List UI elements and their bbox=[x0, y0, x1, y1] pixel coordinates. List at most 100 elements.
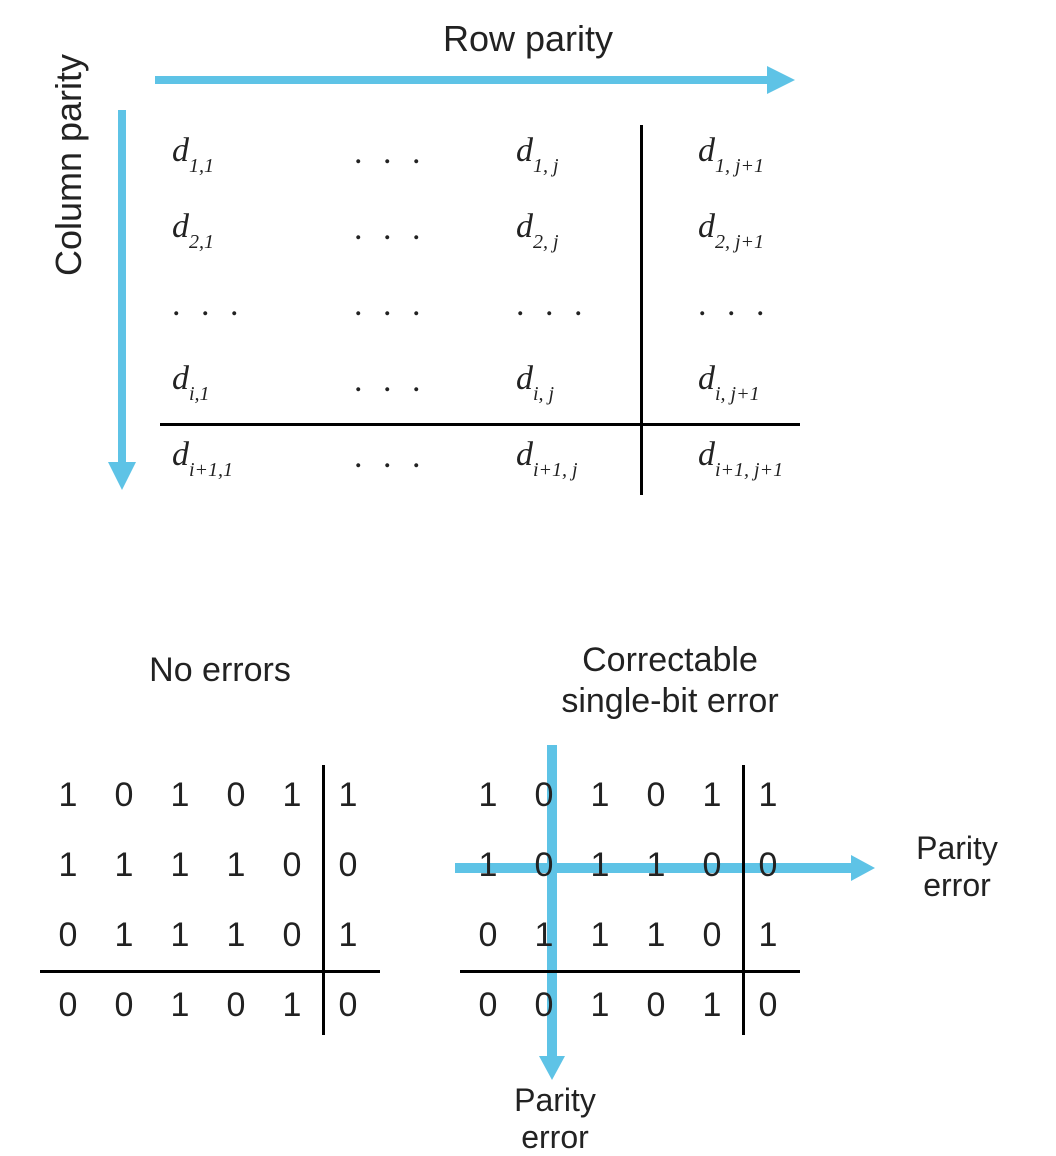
data-bit: 1 bbox=[40, 846, 96, 885]
grid-vertical-divider bbox=[322, 765, 325, 1035]
column-parity-label: Column parity bbox=[48, 35, 90, 295]
symbol-base: d bbox=[516, 360, 533, 397]
symbol-base: d bbox=[172, 208, 189, 245]
data-bit: 0 bbox=[516, 846, 572, 885]
row-parity-bit: 1 bbox=[740, 776, 796, 815]
row-parity-error-label: Parityerror bbox=[882, 830, 1032, 904]
data-bit: 1 bbox=[152, 916, 208, 955]
symbolic-grid-cell: . . . bbox=[342, 134, 504, 172]
column-parity-bit: 1 bbox=[572, 986, 628, 1025]
symbolic-grid-cell: d2,1 bbox=[160, 208, 342, 251]
data-bit: 1 bbox=[516, 916, 572, 955]
symbol-subscript: i, j+1 bbox=[715, 383, 760, 405]
column-parity-error-label: Parityerror bbox=[480, 1082, 630, 1156]
data-bit: 1 bbox=[208, 846, 264, 885]
arrow-shaft bbox=[155, 76, 773, 84]
symbol-subscript: 2, j bbox=[533, 231, 559, 253]
symbolic-grid-row: di,1. . .di, jdi, j+1 bbox=[160, 343, 858, 419]
data-bit: 0 bbox=[96, 776, 152, 815]
label-line: Parity bbox=[514, 1082, 596, 1118]
symbol-base: d bbox=[516, 132, 533, 169]
symbolic-grid-cell: d1,1 bbox=[160, 132, 342, 175]
no-errors-title: No errors bbox=[50, 650, 390, 691]
label-line: error bbox=[923, 867, 991, 903]
grid-horizontal-divider bbox=[40, 970, 380, 973]
arrow-head-icon bbox=[108, 462, 136, 490]
label-line: Parity bbox=[916, 830, 998, 866]
bit-row: 101011 bbox=[460, 760, 796, 830]
symbol-subscript: i, j bbox=[533, 383, 554, 405]
symbolic-grid-cell: di, j bbox=[504, 360, 686, 403]
data-bit: 0 bbox=[460, 916, 516, 955]
row-parity-bit: 1 bbox=[740, 916, 796, 955]
row-parity-bit: 0 bbox=[740, 846, 796, 885]
arrow-shaft bbox=[118, 110, 126, 468]
symbol-base: d bbox=[698, 436, 715, 473]
data-bit: 0 bbox=[516, 776, 572, 815]
data-bit: 0 bbox=[40, 916, 96, 955]
arrow-head-icon bbox=[851, 855, 875, 881]
data-bit: 0 bbox=[208, 776, 264, 815]
symbolic-grid-cell: . . . bbox=[686, 286, 858, 324]
arrow-head-icon bbox=[767, 66, 795, 94]
column-parity-bit: 1 bbox=[684, 986, 740, 1025]
data-bit: 1 bbox=[152, 776, 208, 815]
correctable-bit-grid: 101011101100011101001010 bbox=[460, 760, 796, 1040]
arrow-head-icon bbox=[539, 1056, 565, 1080]
column-parity-bit: 0 bbox=[516, 986, 572, 1025]
column-parity-bit: 0 bbox=[96, 986, 152, 1025]
figure-2d-parity: Row parity Column parity d1,1. . .d1, jd… bbox=[0, 0, 1056, 1154]
symbolic-parity-grid: d1,1. . .d1, jd1, j+1d2,1. . .d2, jd2, j… bbox=[160, 115, 858, 495]
data-bit: 0 bbox=[684, 916, 740, 955]
row-parity-bit: 0 bbox=[320, 846, 376, 885]
grid-horizontal-divider bbox=[460, 970, 800, 973]
bit-row: 011101 bbox=[40, 900, 376, 970]
bit-row: 101100 bbox=[460, 830, 796, 900]
data-bit: 0 bbox=[264, 916, 320, 955]
symbol-base: d bbox=[698, 360, 715, 397]
column-parity-row: 001010 bbox=[40, 970, 376, 1040]
symbolic-grid-row: . . .. . .. . .. . . bbox=[160, 267, 858, 343]
data-bit: 1 bbox=[40, 776, 96, 815]
bit-row: 011101 bbox=[460, 900, 796, 970]
symbol-subscript: i+1,1 bbox=[189, 459, 233, 481]
symbol-base: d bbox=[516, 208, 533, 245]
symbol-subscript: 1, j bbox=[533, 155, 559, 177]
column-parity-bit: 0 bbox=[628, 986, 684, 1025]
data-bit: 1 bbox=[96, 846, 152, 885]
symbol-subscript: i,1 bbox=[189, 383, 210, 405]
data-bit: 1 bbox=[684, 776, 740, 815]
data-bit: 1 bbox=[572, 916, 628, 955]
symbol-subscript: i+1, j bbox=[533, 459, 578, 481]
symbol-subscript: 2, j+1 bbox=[715, 231, 764, 253]
row-parity-arrow-icon bbox=[155, 68, 795, 92]
symbolic-grid-cell: . . . bbox=[342, 286, 504, 324]
symbolic-grid-cell: di+1,1 bbox=[160, 436, 342, 479]
column-parity-arrow-icon bbox=[110, 110, 134, 490]
symbolic-grid-row: di+1,1. . .di+1, jdi+1, j+1 bbox=[160, 419, 858, 495]
data-bit: 1 bbox=[572, 776, 628, 815]
row-parity-bit: 1 bbox=[320, 776, 376, 815]
symbol-subscript: 1, j+1 bbox=[715, 155, 764, 177]
column-parity-row: 001010 bbox=[460, 970, 796, 1040]
data-bit: 1 bbox=[264, 776, 320, 815]
data-bit: 1 bbox=[572, 846, 628, 885]
correctable-error-title: Correctablesingle-bit error bbox=[470, 640, 870, 722]
symbol-subscript: 1,1 bbox=[189, 155, 214, 177]
symbolic-grid-cell: d2, j bbox=[504, 208, 686, 251]
grid-vertical-divider bbox=[742, 765, 745, 1035]
symbolic-grid-cell: d2, j+1 bbox=[686, 208, 858, 251]
symbol-subscript: 2,1 bbox=[189, 231, 214, 253]
data-bit: 1 bbox=[460, 846, 516, 885]
data-bit: 1 bbox=[628, 916, 684, 955]
symbolic-grid-cell: . . . bbox=[160, 286, 342, 324]
column-parity-bit: 1 bbox=[152, 986, 208, 1025]
symbol-subscript: i+1, j+1 bbox=[715, 459, 783, 481]
symbolic-grid-cell: . . . bbox=[342, 362, 504, 400]
symbolic-grid-row: d1,1. . . d1, j d1, j+1 bbox=[160, 115, 858, 191]
symbolic-grid-cell: di+1, j+1 bbox=[686, 436, 858, 479]
symbolic-grid-cell: d1, j+1 bbox=[686, 132, 858, 175]
no-errors-bit-grid: 101011111100011101001010 bbox=[40, 760, 376, 1040]
symbolic-grid-row: d2,1. . .d2, jd2, j+1 bbox=[160, 191, 858, 267]
symbolic-grid-cell: di,1 bbox=[160, 360, 342, 403]
